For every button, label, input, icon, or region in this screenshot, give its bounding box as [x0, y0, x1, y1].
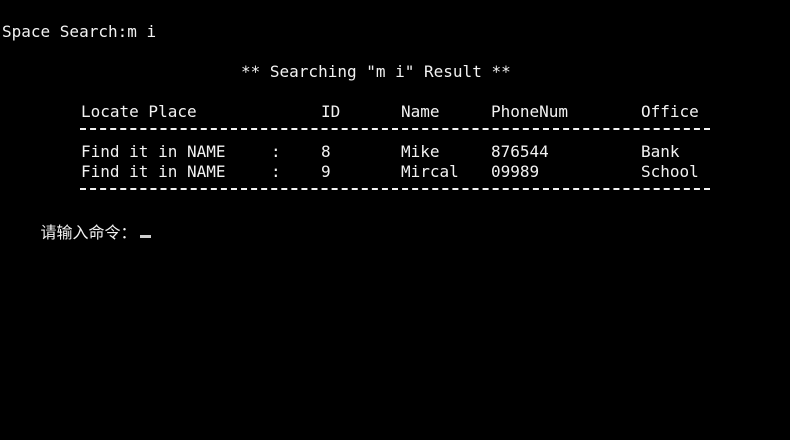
row-id: 9: [321, 162, 331, 181]
command-prompt-line[interactable]: 请输入命令：: [2, 203, 151, 263]
search-command-line: Space Search:m i: [2, 22, 157, 41]
command-prompt-label: 请输入命令：: [40, 223, 137, 242]
column-header-name: Name: [401, 102, 440, 121]
footer-divider: [80, 188, 710, 190]
row-separator: :: [271, 142, 281, 161]
row-separator: :: [271, 162, 281, 181]
console-window[interactable]: Space Search:m i ** Searching "m i" Resu…: [0, 0, 790, 440]
header-divider: [80, 128, 710, 130]
column-header-locate-place: Locate Place: [81, 102, 197, 121]
row-name: Mircal: [401, 162, 459, 181]
row-office: Bank: [641, 142, 680, 161]
column-header-office: Office: [641, 102, 699, 121]
row-office: School: [641, 162, 699, 181]
row-phonenum: 876544: [491, 142, 549, 161]
row-phonenum: 09989: [491, 162, 540, 181]
result-title: ** Searching "m i" Result **: [241, 62, 511, 81]
row-locate-place: Find it in NAME: [81, 142, 226, 161]
column-header-phonenum: PhoneNum: [491, 102, 569, 121]
text-cursor: [139, 235, 151, 238]
row-name: Mike: [401, 142, 440, 161]
row-id: 8: [321, 142, 331, 161]
row-locate-place: Find it in NAME: [81, 162, 226, 181]
column-header-id: ID: [321, 102, 341, 121]
